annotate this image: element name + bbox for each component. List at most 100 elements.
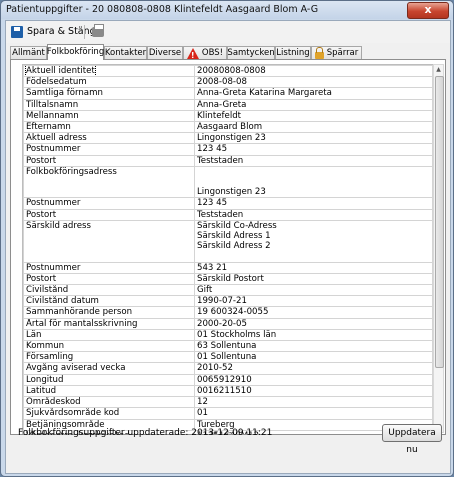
grid-row[interactable]: Samtliga förnamn Anna-Greta Katarina Marg… <box>23 87 433 100</box>
field-value: 01 Sollentuna <box>194 351 433 364</box>
grid-row[interactable]: Postort Teststaden <box>23 208 433 221</box>
grid-row[interactable]: Postnummer 123 45 <box>23 197 433 210</box>
patient-window: Patientuppgifter - 20 080808-0808 Klinte… <box>0 0 454 477</box>
field-value-line: Särskild Adress 2 <box>197 241 271 252</box>
toolbar-separator <box>84 25 85 39</box>
field-value: 0065912910 <box>194 373 433 386</box>
scroll-up-arrow-icon[interactable]: ▲ <box>434 65 443 75</box>
field-value-line: Särskild Co-Adress <box>197 220 277 231</box>
field-value-line: Teststaden <box>197 209 244 220</box>
grid-row[interactable]: Områdeskod 12 <box>23 396 433 409</box>
field-value-line: 12 <box>197 397 208 408</box>
field-label-text: Tilltalsnamn <box>26 99 79 110</box>
grid-row[interactable]: Särskild adress Särskild Co-Adress Särskil… <box>23 219 433 263</box>
print-button[interactable] <box>89 23 107 40</box>
tab-obs[interactable]: OBS! <box>183 46 227 62</box>
field-label-text: Födelsedatum <box>26 77 87 88</box>
grid-row[interactable]: Folkbokföringsadress Lingonstigen 23 <box>23 165 433 199</box>
field-label-text: Postort <box>26 155 57 166</box>
field-label-text: Sjukvårdsområde kod <box>26 408 120 419</box>
grid-row[interactable]: Efternamn Aasgaard Blom <box>23 121 433 134</box>
close-icon: x <box>424 3 432 16</box>
tab-label: Folkbokföring <box>46 47 105 57</box>
field-label: Tilltalsnamn <box>23 98 195 111</box>
grid-row[interactable]: Longitud 0065912910 <box>23 373 433 386</box>
grid-row[interactable]: Kommun 63 Sollentuna <box>23 340 433 353</box>
field-label-text: Civilstånd datum <box>26 296 99 307</box>
field-value-line: 123 45 <box>197 198 228 209</box>
field-value: 2008-08-08 <box>194 76 433 89</box>
field-value: Särskild Co-Adress Särskild Adress 1 Särsk… <box>194 219 433 263</box>
grid-row[interactable]: Län 01 Stockholms län <box>23 328 433 342</box>
grid-row[interactable]: Avgång aviserad vecka 2010-52 <box>23 362 433 375</box>
tab-folkbokforing[interactable]: Folkbokföring <box>47 44 104 60</box>
field-value-line: 01 Stockholms län <box>197 329 277 340</box>
grid-row[interactable]: Postnummer 543 21 <box>23 261 433 274</box>
field-value: 01 <box>194 407 433 420</box>
field-value: 19 600324-0055 <box>194 306 433 319</box>
grid-row[interactable]: Civilstånd datum 1990-07-21 <box>23 295 433 308</box>
tab-kontakter[interactable]: Kontakter <box>104 46 147 59</box>
field-value-line: 2008-08-08 <box>197 77 247 88</box>
close-button[interactable]: x <box>407 2 449 19</box>
field-label-text: Särskild adress <box>26 220 91 231</box>
field-value-line: Klintefeldt <box>197 110 242 121</box>
field-label: Postnummer <box>23 143 195 156</box>
field-value-line: 63 Sollentuna <box>197 341 257 352</box>
field-value-line: Anna-Greta Katarina Margareta <box>197 88 332 99</box>
update-now-button[interactable]: Uppdatera nu <box>382 424 442 455</box>
grid-row[interactable]: Postort Särskild Postort <box>23 272 433 286</box>
grid-row[interactable]: Årtal för mantalsskrivning 2000-20-05 <box>23 317 433 330</box>
scroll-thumb[interactable] <box>435 76 444 368</box>
grid-row[interactable]: Tilltalsnamn Anna-Greta <box>23 98 433 111</box>
property-grid[interactable]: Aktuell identitet 20080808-0808 Födelsedat… <box>22 64 433 434</box>
grid-row[interactable]: Postort Teststaden <box>23 154 433 167</box>
grid-row[interactable]: Civilstånd Gift <box>23 284 433 297</box>
tab-sparrar[interactable]: Spärrar <box>311 46 362 59</box>
tab-diverse[interactable]: Diverse <box>147 46 183 59</box>
field-value-line: 2010-52 <box>197 363 233 374</box>
vertical-scrollbar[interactable]: ▲ ▼ <box>433 64 444 433</box>
field-value-line <box>197 177 430 187</box>
grid-row[interactable]: Födelsedatum 2008-08-08 <box>23 76 433 89</box>
field-value-line: Aasgaard Blom <box>197 122 263 133</box>
field-value: Teststaden <box>194 208 433 221</box>
title-bar[interactable]: Patientuppgifter - 20 080808-0808 Klinte… <box>1 1 453 19</box>
field-label: Aktuell identitet <box>23 65 195 78</box>
grid-row[interactable]: Församling 01 Sollentuna <box>23 351 433 364</box>
tab-samtycken[interactable]: Samtycken <box>227 46 275 59</box>
field-value: 123 45 <box>194 197 433 210</box>
field-value-line: 0065912910 <box>197 374 252 385</box>
field-value: Anna-Greta Katarina Margareta <box>194 87 433 100</box>
grid-row[interactable]: Aktuell adress Lingonstigen 23 <box>23 132 433 145</box>
field-value-line: Lingonstigen 23 <box>197 133 266 144</box>
grid-row[interactable]: Sammanhörande person 19 600324-0055 <box>23 306 433 319</box>
field-label-text: Longitud <box>26 374 64 385</box>
field-label: Samtliga förnamn <box>23 87 195 100</box>
field-label-text: Sammanhörande person <box>26 307 133 318</box>
tab-allmant[interactable]: Allmänt <box>10 46 47 59</box>
grid-row[interactable]: Latitud 0016211510 <box>23 384 433 398</box>
field-label: Folkbokföringsadress <box>23 165 195 199</box>
field-value: 63 Sollentuna <box>194 340 433 353</box>
field-value-line: Särskild Adress 1 <box>197 231 271 242</box>
field-value: Lingonstigen 23 <box>194 132 433 145</box>
tab-listning[interactable]: Listning <box>275 46 311 59</box>
field-value-line: 543 21 <box>197 262 228 273</box>
field-label: Avgång aviserad vecka <box>23 362 195 375</box>
field-label: Områdeskod <box>23 396 195 409</box>
field-value-line <box>197 251 430 261</box>
field-label: Årtal för mantalsskrivning <box>23 317 195 330</box>
grid-row[interactable]: Postnummer 123 45 <box>23 143 433 156</box>
folkbokforing-panel: Aktuell identitet 20080808-0808 Födelsedat… <box>10 59 446 435</box>
grid-row[interactable]: Sjukvårdsområde kod 01 <box>23 407 433 420</box>
field-value: 0016211510 <box>194 384 433 398</box>
save-icon <box>11 25 23 38</box>
grid-row[interactable]: Mellannamn Klintefeldt <box>23 109 433 123</box>
field-label: Postort <box>23 208 195 221</box>
toolbar: Spara & Stäng <box>6 21 450 43</box>
save-close-button[interactable]: Spara & Stäng <box>8 23 99 40</box>
field-value: 1990-07-21 <box>194 295 433 308</box>
grid-row[interactable]: Aktuell identitet 20080808-0808 <box>23 65 433 78</box>
field-value-line: Teststaden <box>197 155 244 166</box>
